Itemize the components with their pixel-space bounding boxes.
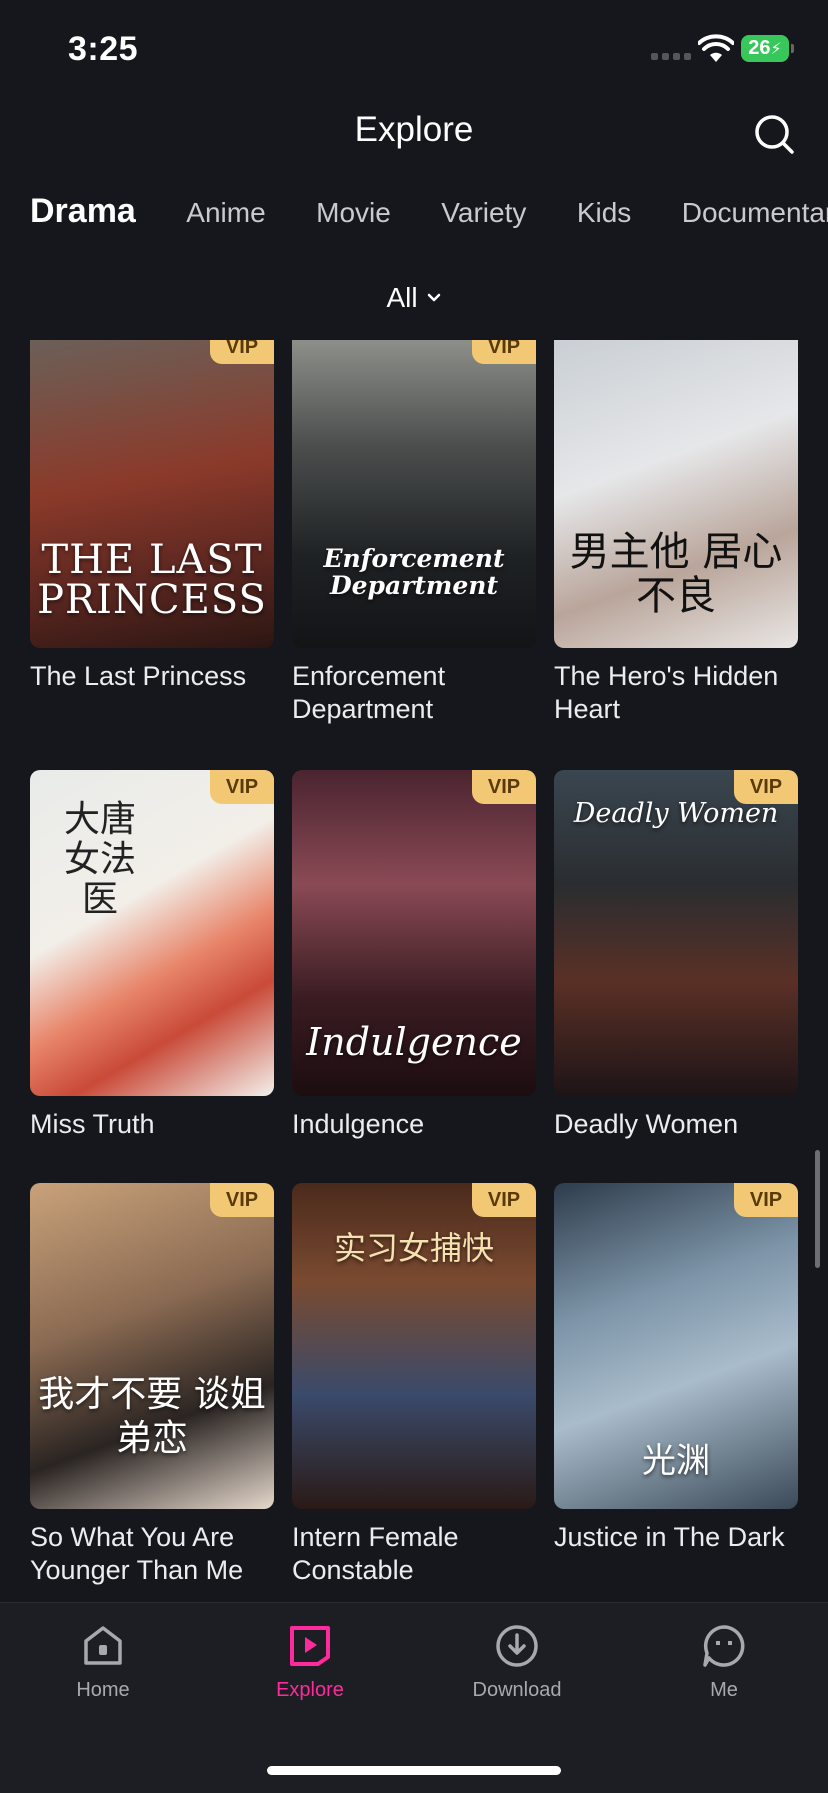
- cellular-signal-icon: [651, 53, 691, 60]
- poster-image: VIP 实习女捕快: [292, 1183, 536, 1509]
- nav-home-label: Home: [76, 1679, 130, 1701]
- category-tabs: Drama Anime Movie Variety Kids Documenta…: [30, 192, 828, 242]
- filter-dropdown[interactable]: All: [0, 282, 828, 314]
- nav-me[interactable]: Me: [654, 1623, 794, 1702]
- poster-title: Indulgence: [306, 1020, 522, 1064]
- status-time: 3:25: [68, 30, 139, 68]
- tab-drama[interactable]: Drama: [30, 192, 136, 231]
- card-title: Miss Truth: [30, 1109, 155, 1139]
- tab-movie[interactable]: Movie: [316, 197, 391, 229]
- content-card[interactable]: 男主他 居心不良 The Hero's Hidden Heart: [554, 340, 798, 726]
- content-card[interactable]: VIP THE LAST PRINCESS The Last Princess: [30, 340, 274, 693]
- poster-title: 实习女捕快: [333, 1229, 494, 1267]
- nav-home[interactable]: Home: [33, 1623, 173, 1702]
- poster-title: 光渊: [642, 1441, 710, 1481]
- content-card[interactable]: VIP 我才不要 谈姐弟恋 So What You Are Younger Th…: [30, 1183, 274, 1587]
- battery-tip: [791, 44, 794, 53]
- battery-level: 26: [748, 37, 771, 59]
- download-icon: [496, 1625, 538, 1667]
- home-icon: [84, 1626, 122, 1665]
- chevron-down-icon: [427, 293, 440, 302]
- nav-download[interactable]: Download: [447, 1623, 587, 1702]
- poster-image: VIP Enforcement Department: [292, 340, 536, 648]
- poster-title: 男主他 居心不良: [569, 529, 783, 619]
- poster-title: THE LAST PRINCESS: [37, 537, 267, 623]
- vip-badge: VIP: [210, 340, 274, 364]
- poster-image: VIP 我才不要 谈姐弟恋: [30, 1183, 274, 1509]
- status-bar: 3:25 26 ⚡: [0, 0, 828, 100]
- poster-title: 我才不要 谈姐弟恋: [38, 1374, 266, 1459]
- content-card[interactable]: VIP Enforcement Department Enforcement D…: [292, 340, 536, 726]
- card-title: Indulgence: [292, 1109, 425, 1139]
- content-card[interactable]: VIP 实习女捕快 Intern Female Constable: [292, 1183, 536, 1587]
- tab-documentary[interactable]: Documentary: [682, 197, 828, 229]
- poster-image: VIP 光渊: [554, 1183, 798, 1509]
- nav-explore-label: Explore: [276, 1679, 344, 1701]
- poster-image: VIP Indulgence: [292, 770, 536, 1096]
- card-title: The Hero's Hidden Heart: [554, 661, 779, 724]
- poster-image: VIP 大唐 女法医: [30, 770, 274, 1096]
- vip-badge: VIP: [472, 1183, 536, 1217]
- content-card[interactable]: VIP Indulgence Indulgence: [292, 770, 536, 1141]
- nav-download-label: Download: [472, 1679, 562, 1701]
- poster-image: VIP THE LAST PRINCESS: [30, 340, 274, 648]
- tab-anime[interactable]: Anime: [186, 197, 265, 229]
- scrollbar[interactable]: [815, 1150, 820, 1268]
- vip-badge: VIP: [734, 1183, 798, 1217]
- vip-badge: VIP: [210, 770, 274, 804]
- card-title: Deadly Women: [554, 1109, 739, 1139]
- content-card[interactable]: VIP Deadly Women Deadly Women: [554, 770, 798, 1141]
- wifi-icon: [698, 34, 734, 62]
- poster-title: Deadly Women: [573, 798, 779, 829]
- poster-title: 大唐 女法医: [63, 799, 136, 920]
- nav-explore[interactable]: Explore: [240, 1623, 380, 1702]
- vip-badge: VIP: [210, 1183, 274, 1217]
- bottom-nav: Home Explore Download Me: [0, 1602, 828, 1793]
- nav-me-label: Me: [710, 1679, 738, 1701]
- content-card[interactable]: VIP 大唐 女法医 Miss Truth: [30, 770, 274, 1141]
- poster-title: Enforcement Department: [323, 544, 505, 600]
- tab-kids[interactable]: Kids: [577, 197, 631, 229]
- card-title: Enforcement Department: [292, 661, 446, 724]
- home-indicator: [267, 1766, 561, 1775]
- card-title: So What You Are Younger Than Me: [30, 1522, 244, 1585]
- content-grid: VIP THE LAST PRINCESS The Last Princess …: [30, 340, 800, 1592]
- vip-badge: VIP: [472, 340, 536, 364]
- tab-variety[interactable]: Variety: [441, 197, 526, 229]
- vip-badge: VIP: [472, 770, 536, 804]
- page-title: Explore: [354, 110, 474, 149]
- profile-icon: [703, 1625, 745, 1667]
- content-card[interactable]: VIP 光渊 Justice in The Dark: [554, 1183, 798, 1554]
- search-icon[interactable]: [752, 112, 796, 156]
- card-title: Intern Female Constable: [292, 1522, 459, 1585]
- explore-icon: [290, 1626, 330, 1666]
- poster-image: VIP Deadly Women: [554, 770, 798, 1096]
- battery-indicator: 26 ⚡: [741, 35, 789, 62]
- poster-image: 男主他 居心不良: [554, 340, 798, 648]
- card-title: The Last Princess: [30, 661, 247, 691]
- filter-label: All: [386, 282, 418, 313]
- card-title: Justice in The Dark: [554, 1522, 785, 1552]
